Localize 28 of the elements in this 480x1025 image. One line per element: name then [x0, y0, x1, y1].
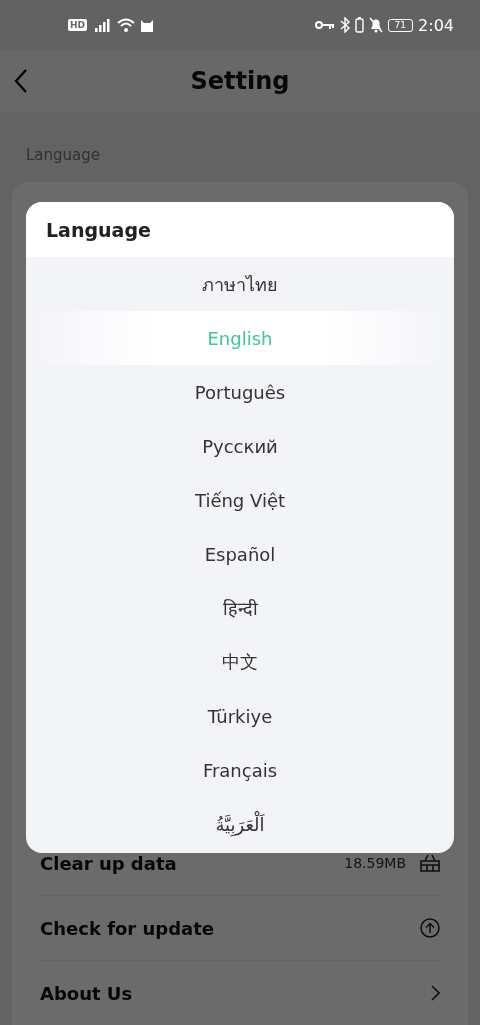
- muted-bell-icon: [368, 17, 383, 33]
- phone-battery-icon: [354, 17, 364, 33]
- bluetooth-icon: [339, 17, 350, 33]
- upload-circle-icon: [420, 918, 440, 938]
- signal-icon: [92, 18, 112, 32]
- language-option[interactable]: Français: [26, 743, 454, 797]
- network-badge: HD: [68, 19, 87, 31]
- language-option[interactable]: اَلْعَرَبِيَّةُ: [26, 797, 454, 851]
- language-option[interactable]: Русский: [26, 419, 454, 473]
- settings-row[interactable]: About Us: [40, 960, 440, 1025]
- chevron-right-icon: [430, 984, 440, 1002]
- language-option[interactable]: ภาษาไทย: [26, 257, 454, 311]
- language-option[interactable]: Português: [26, 365, 454, 419]
- language-option[interactable]: 中文: [26, 635, 454, 689]
- row-value: 18.59MB: [344, 855, 406, 871]
- key-icon: [314, 20, 335, 30]
- battery-indicator: 71: [387, 18, 414, 32]
- wifi-icon: [117, 18, 135, 32]
- language-option[interactable]: Tiếng Việt: [26, 473, 454, 527]
- status-time: 2:04: [418, 15, 454, 35]
- language-option[interactable]: Türkiye: [26, 689, 454, 743]
- language-option[interactable]: Español: [26, 527, 454, 581]
- dialog-title: Language: [26, 202, 454, 257]
- page-title: Setting: [190, 67, 290, 95]
- settings-row[interactable]: Check for update: [40, 895, 440, 960]
- language-option[interactable]: हिन्दी: [26, 581, 454, 635]
- basket-icon: [420, 854, 440, 872]
- back-icon: [14, 68, 28, 94]
